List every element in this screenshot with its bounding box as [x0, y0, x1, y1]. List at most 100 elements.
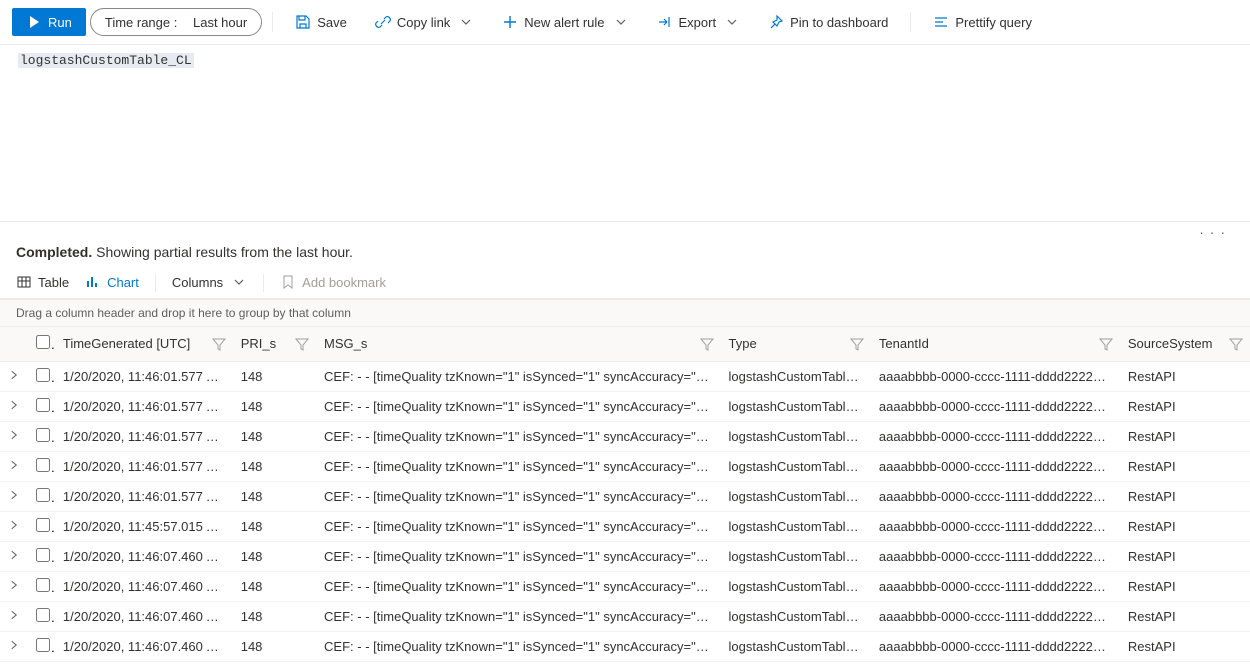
- filter-icon[interactable]: [849, 336, 865, 352]
- copy-link-button[interactable]: Copy link: [363, 8, 486, 36]
- cell-tenant: aaaabbbb-0000-cccc-1111-dddd2222eeee: [871, 421, 1120, 451]
- row-checkbox[interactable]: [36, 368, 50, 382]
- chevron-down-icon: [724, 14, 740, 30]
- cell-tenant: aaaabbbb-0000-cccc-1111-dddd2222eeee: [871, 391, 1120, 421]
- table-row[interactable]: 1/20/2020, 11:46:01.577 AM148CEF: - - [t…: [0, 361, 1250, 391]
- row-check[interactable]: [28, 451, 54, 481]
- row-check[interactable]: [28, 631, 54, 661]
- table-row[interactable]: 1/20/2020, 11:46:01.577 AM148CEF: - - [t…: [0, 391, 1250, 421]
- row-checkbox[interactable]: [36, 398, 50, 412]
- expand-toggle[interactable]: [0, 391, 28, 421]
- table-row[interactable]: 1/20/2020, 11:46:07.460 AM148CEF: - - [t…: [0, 571, 1250, 601]
- cell-type: logstashCustomTable_CL: [721, 541, 871, 571]
- status-detail: Showing partial results from the last ho…: [96, 244, 353, 260]
- table-row[interactable]: 1/20/2020, 11:45:57.015 AM148CEF: - - [t…: [0, 511, 1250, 541]
- expand-toggle[interactable]: [0, 511, 28, 541]
- filter-icon[interactable]: [211, 336, 227, 352]
- toolbar: Run Time range : Last hour Save Copy lin…: [0, 0, 1250, 44]
- expand-toggle[interactable]: [0, 361, 28, 391]
- columns-dropdown[interactable]: Columns: [172, 274, 247, 292]
- header-type[interactable]: Type: [721, 327, 871, 361]
- header-check[interactable]: [28, 327, 54, 361]
- table-row[interactable]: 1/20/2020, 11:46:07.460 AM148CEF: - - [t…: [0, 541, 1250, 571]
- prettify-label: Prettify query: [955, 15, 1032, 30]
- cell-tenant: aaaabbbb-0000-cccc-1111-dddd2222eeee: [871, 361, 1120, 391]
- filter-icon[interactable]: [294, 336, 310, 352]
- row-check[interactable]: [28, 541, 54, 571]
- cell-source: RestAPI: [1120, 601, 1250, 631]
- tab-chart-label: Chart: [107, 275, 139, 290]
- query-text: logstashCustomTable_CL: [18, 53, 194, 68]
- expand-toggle[interactable]: [0, 601, 28, 631]
- prettify-icon: [933, 14, 949, 30]
- expand-toggle[interactable]: [0, 481, 28, 511]
- table-row[interactable]: 1/20/2020, 11:46:01.577 AM148CEF: - - [t…: [0, 481, 1250, 511]
- bookmark-icon: [280, 274, 296, 290]
- save-button[interactable]: Save: [283, 8, 359, 36]
- header-msg[interactable]: MSG_s: [316, 327, 720, 361]
- cell-type: logstashCustomTable_CL: [721, 421, 871, 451]
- pin-button[interactable]: Pin to dashboard: [756, 8, 900, 36]
- run-button[interactable]: Run: [12, 8, 86, 36]
- new-alert-button[interactable]: New alert rule: [490, 8, 640, 36]
- expand-toggle[interactable]: [0, 451, 28, 481]
- expand-toggle[interactable]: [0, 541, 28, 571]
- cell-msg: CEF: - - [timeQuality tzKnown="1" isSync…: [316, 361, 720, 391]
- row-check[interactable]: [28, 361, 54, 391]
- play-icon: [26, 14, 42, 30]
- table-row[interactable]: 1/20/2020, 11:46:07.460 AM148CEF: - - [t…: [0, 631, 1250, 661]
- cell-tenant: aaaabbbb-0000-cccc-1111-dddd2222eeee: [871, 481, 1120, 511]
- time-range-value: Last hour: [193, 15, 247, 30]
- cell-time: 1/20/2020, 11:46:01.577 AM: [55, 421, 233, 451]
- table-row[interactable]: 1/20/2020, 11:46:07.460 AM148CEF: - - [t…: [0, 601, 1250, 631]
- header-pri[interactable]: PRI_s: [233, 327, 316, 361]
- header-time[interactable]: TimeGenerated [UTC]: [55, 327, 233, 361]
- tab-chart[interactable]: Chart: [85, 274, 139, 292]
- cell-type: logstashCustomTable_CL: [721, 361, 871, 391]
- save-icon: [295, 14, 311, 30]
- row-check[interactable]: [28, 511, 54, 541]
- expand-toggle[interactable]: [0, 631, 28, 661]
- row-checkbox[interactable]: [36, 428, 50, 442]
- row-checkbox[interactable]: [36, 548, 50, 562]
- cell-pri: 148: [233, 631, 316, 661]
- tab-table[interactable]: Table: [16, 274, 69, 292]
- export-label: Export: [679, 15, 717, 30]
- row-check[interactable]: [28, 391, 54, 421]
- select-all-checkbox[interactable]: [36, 335, 50, 349]
- row-check[interactable]: [28, 481, 54, 511]
- row-checkbox[interactable]: [36, 638, 50, 652]
- expand-toggle[interactable]: [0, 571, 28, 601]
- row-check[interactable]: [28, 421, 54, 451]
- header-source[interactable]: SourceSystem: [1120, 327, 1250, 361]
- row-checkbox[interactable]: [36, 488, 50, 502]
- cell-pri: 148: [233, 541, 316, 571]
- filter-icon[interactable]: [1228, 336, 1244, 352]
- cell-source: RestAPI: [1120, 361, 1250, 391]
- columns-label: Columns: [172, 275, 223, 290]
- cell-pri: 148: [233, 481, 316, 511]
- row-checkbox[interactable]: [36, 608, 50, 622]
- cell-source: RestAPI: [1120, 631, 1250, 661]
- filter-icon[interactable]: [1098, 336, 1114, 352]
- query-editor[interactable]: logstashCustomTable_CL: [0, 44, 1250, 222]
- expand-toggle[interactable]: [0, 421, 28, 451]
- row-check[interactable]: [28, 601, 54, 631]
- header-tenant[interactable]: TenantId: [871, 327, 1120, 361]
- filter-icon[interactable]: [699, 336, 715, 352]
- export-button[interactable]: Export: [645, 8, 753, 36]
- cell-time: 1/20/2020, 11:46:07.460 AM: [55, 571, 233, 601]
- row-checkbox[interactable]: [36, 458, 50, 472]
- row-checkbox[interactable]: [36, 578, 50, 592]
- header-source-label: SourceSystem: [1128, 336, 1213, 351]
- cell-source: RestAPI: [1120, 391, 1250, 421]
- table-row[interactable]: 1/20/2020, 11:46:01.577 AM148CEF: - - [t…: [0, 451, 1250, 481]
- more-icon[interactable]: · · ·: [0, 222, 1250, 234]
- table-row[interactable]: 1/20/2020, 11:46:01.577 AM148CEF: - - [t…: [0, 421, 1250, 451]
- row-checkbox[interactable]: [36, 518, 50, 532]
- cell-tenant: aaaabbbb-0000-cccc-1111-dddd2222eeee: [871, 631, 1120, 661]
- time-range-button[interactable]: Time range : Last hour: [90, 8, 262, 36]
- row-check[interactable]: [28, 571, 54, 601]
- prettify-button[interactable]: Prettify query: [921, 8, 1044, 36]
- group-by-drop-zone[interactable]: Drag a column header and drop it here to…: [0, 299, 1250, 327]
